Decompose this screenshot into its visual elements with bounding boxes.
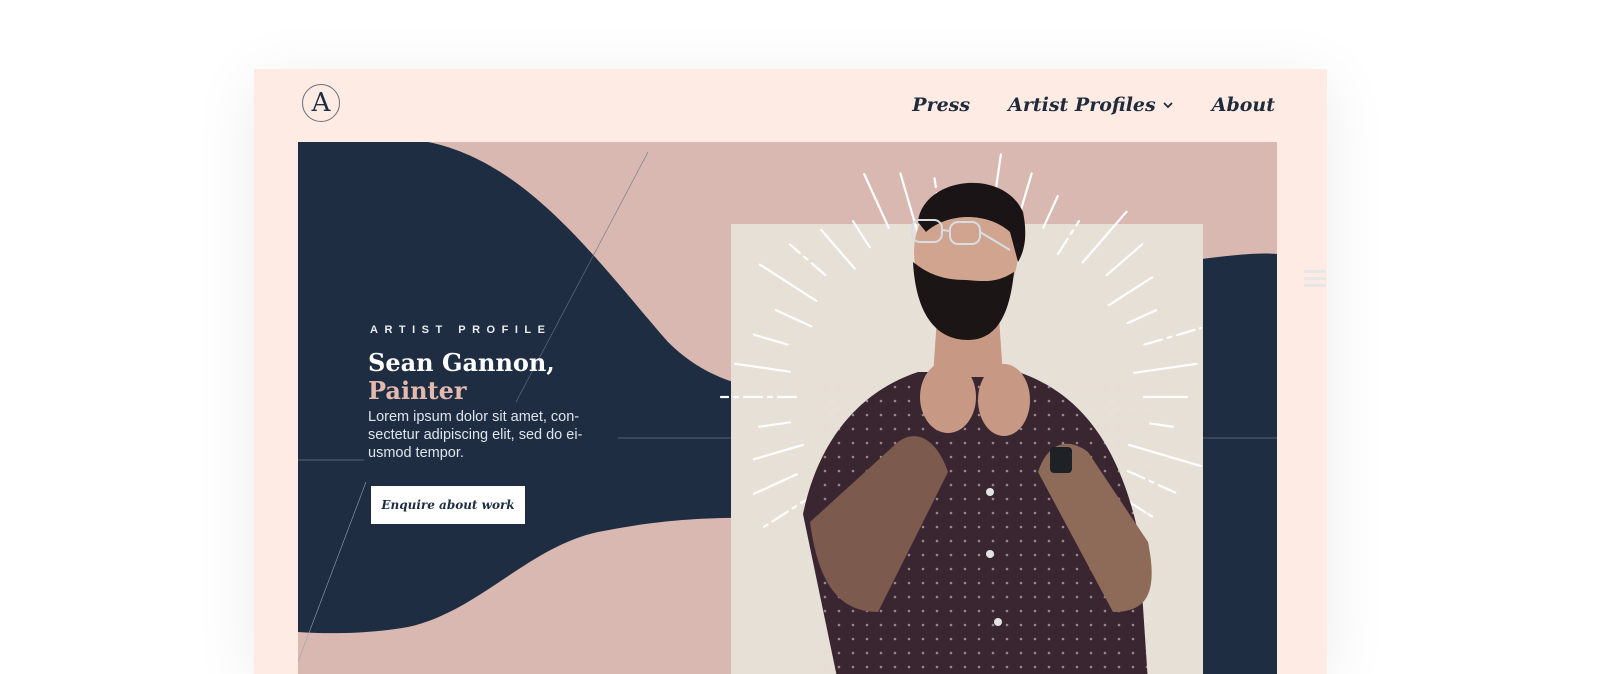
hero-section: ARTIST PROFILE Sean Gannon, Painter Lore… [298,142,1277,674]
nav-label: Press [912,94,971,116]
main-nav: Press Artist Profiles About [912,94,1275,116]
website-preview: A Press Artist Profiles About ARTIST PRO… [254,69,1327,674]
artist-name: Sean Gannon, Painter [368,349,555,405]
menu-icon[interactable] [1304,270,1326,288]
eyebrow-label: ARTIST PROFILE [370,324,552,336]
nav-label: About [1211,94,1275,116]
artist-discipline: Painter [368,376,467,405]
logo-letter: A [311,88,331,118]
nav-item-artist-profiles[interactable]: Artist Profiles [1008,94,1174,116]
chevron-down-icon [1163,102,1173,109]
logo-icon[interactable]: A [302,84,340,122]
artist-name-line1: Sean Gannon, [368,348,555,377]
nav-item-about[interactable]: About [1212,94,1275,116]
hero-description: Lorem ipsum dolor sit amet, con-sectetur… [368,409,583,461]
nav-item-press[interactable]: Press [912,94,970,116]
nav-label: Artist Profiles [1008,94,1156,116]
enquire-button[interactable]: Enquire about work [371,486,525,524]
